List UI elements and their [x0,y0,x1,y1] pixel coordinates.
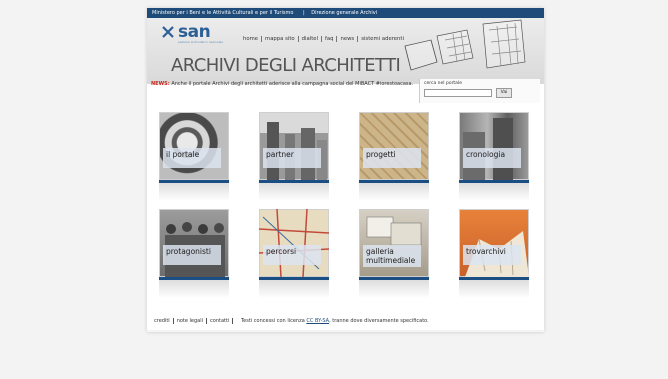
tile-protagonisti[interactable]: protagonisti [159,209,229,299]
nav-faq[interactable]: faq [322,36,338,42]
search-label: cerca nel portale [424,81,462,86]
topbar-separator: | [302,10,305,16]
news-notice: NEWS: Anche il portale Archivi degli arc… [151,81,413,87]
page-shadow [147,330,544,334]
footer-link-note-legali[interactable]: note legali [174,318,208,324]
search-input[interactable] [424,89,492,97]
tile-label: il portale [163,148,221,168]
nav-home[interactable]: home [240,36,263,42]
tile-label: partner [263,148,321,168]
tile-il-portale[interactable]: il portale [159,112,229,202]
san-logo-icon [162,26,174,38]
search-button[interactable]: Vai [496,88,512,98]
footer-link-contatti[interactable]: contatti [207,318,234,324]
main-nav: home mappa sito dialtel faq news sistemi ader… [240,36,407,46]
tile-photo [165,222,225,277]
tile-percorsi[interactable]: percorsi [259,209,329,299]
tile-label: progetti [363,148,421,168]
news-lead: NEWS: [151,81,170,87]
ministry-bar: Ministero per i Beni e le Attività Cultu… [147,8,544,18]
news-text[interactable]: Anche il portale Archivi degli architett… [171,81,413,87]
san-logo[interactable]: san sistema archivistico nazionale [161,21,223,45]
license-prefix: Testi concessi con licenza [240,318,305,324]
tile-image [359,112,429,180]
tile-photo [267,122,327,180]
tile-progetti[interactable]: progetti [359,112,429,202]
tile-map-photo [259,209,329,277]
license-link[interactable]: CC BY-SA [306,318,329,324]
nav-news[interactable]: news [337,36,359,42]
license-suffix: , tranne dove diversamente specificato. [329,318,429,324]
nav-dialtel[interactable]: dialtel [299,36,322,42]
tile-label: protagonisti [163,245,221,265]
site-title: ARCHIVI DEGLI ARCHITETTI [171,55,401,76]
nav-mappa-sito[interactable]: mappa sito [262,36,299,42]
site-header: san sistema archivistico nazionale home m… [147,18,544,84]
cubes-illustration [404,19,526,71]
tile-photo [465,231,529,277]
tile-partner[interactable]: partner [259,112,329,202]
tile-photo [463,118,513,180]
tile-label: trovarchivi [463,245,521,265]
footer-link-crediti[interactable]: crediti [151,318,174,324]
direzione-link[interactable]: Direzione generale Archivi [311,8,377,18]
tile-label: cronologia [463,148,521,168]
tile-label: percorsi [263,245,321,265]
logo-subtitle: sistema archivistico nazionale [178,40,224,44]
page-container: Ministero per i Beni e le Attività Cultu… [147,8,544,332]
footer: crediti note legali contatti Testi concess… [151,318,429,324]
tile-label: galleria multimediale [363,245,421,267]
logo-text: san [178,22,211,42]
tile-trovarchivi[interactable]: trovarchivi [459,209,529,299]
tile-cronologia[interactable]: cronologia [459,112,529,202]
tile-image [159,112,229,180]
ministry-link[interactable]: Ministero per i Beni e le Attività Cultu… [152,8,293,18]
tile-galleria-multimediale[interactable]: galleria multimediale [359,209,429,299]
search-panel: cerca nel portale Vai [419,79,540,103]
